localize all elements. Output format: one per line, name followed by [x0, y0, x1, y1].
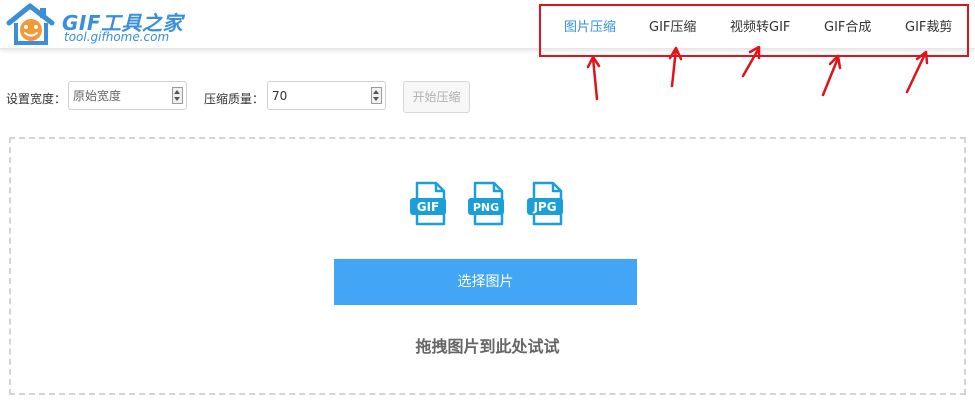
spinner-arrows-icon[interactable]: [371, 87, 382, 104]
red-arrow-icon: [821, 54, 842, 97]
start-compress-button[interactable]: 开始压缩: [403, 81, 470, 113]
width-input[interactable]: [68, 81, 187, 110]
jpg-file-icon: JPG: [527, 181, 563, 226]
site-logo[interactable]: GIF工具之家 tool.gifhome.com: [6, 3, 183, 45]
quality-label: 压缩质量：: [204, 92, 265, 106]
red-arrow-icon: [905, 50, 929, 94]
png-file-icon: PNG: [468, 181, 504, 226]
nav-item-video-to-gif[interactable]: 视频转GIF: [730, 16, 790, 35]
spinner-down-icon[interactable]: [174, 97, 180, 101]
spinner-up-icon[interactable]: [174, 90, 180, 94]
width-label: 设置宽度：: [6, 92, 67, 106]
width-field[interactable]: [73, 87, 163, 104]
gif-file-icon: GIF: [410, 181, 446, 226]
file-type-label: JPG: [532, 200, 556, 214]
house-smiley-icon: [6, 3, 55, 45]
drop-hint: 拖拽图片到此处试试: [415, 337, 560, 356]
quality-input[interactable]: [267, 81, 386, 110]
nav-item-gif-compress[interactable]: GIF压缩: [649, 16, 696, 35]
header: GIF工具之家 tool.gifhome.com 图片压缩 GIF压缩 视频转G…: [0, 0, 975, 57]
nav-item-gif-crop[interactable]: GIF裁剪: [905, 16, 952, 35]
quality-field[interactable]: [272, 87, 362, 104]
nav-item-image-compress[interactable]: 图片压缩: [564, 16, 616, 35]
choose-image-button[interactable]: 选择图片: [334, 259, 637, 305]
brand-url: tool.gifhome.com: [64, 30, 170, 44]
file-type-label: GIF: [417, 200, 440, 214]
red-arrow-icon: [586, 55, 601, 101]
spinner-down-icon[interactable]: [373, 97, 379, 101]
file-type-label: PNG: [473, 201, 499, 214]
spinner-arrows-icon[interactable]: [172, 87, 183, 104]
nav-item-gif-compose[interactable]: GIF合成: [824, 16, 871, 35]
main-nav: 图片压缩 GIF压缩 视频转GIF GIF合成 GIF裁剪: [539, 4, 969, 57]
spinner-up-icon[interactable]: [373, 90, 379, 94]
